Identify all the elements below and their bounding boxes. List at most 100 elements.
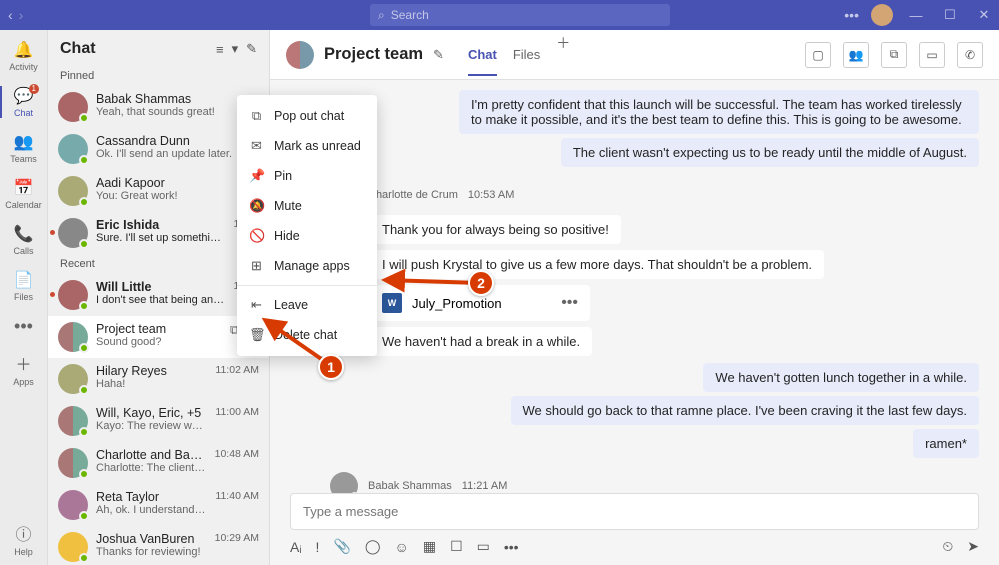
settings-more-icon[interactable]: ••• [844,7,859,23]
schedule-send-icon[interactable]: ⏲ [942,538,953,555]
meet-icon[interactable]: ▭ [477,538,490,555]
chat-list-item[interactable]: Babak ShammasYeah, that sounds great! [48,86,269,128]
chat-list-item[interactable]: Charlotte and BabakCharlotte: The client… [48,442,269,484]
tab-chat[interactable]: Chat [468,33,497,76]
close-icon[interactable]: ✕ [973,7,995,23]
rail-more-icon[interactable]: ••• [14,316,33,337]
nav-back-icon[interactable]: ‹ [8,7,13,23]
calendar-icon: 📅 [14,178,34,198]
chat-list-item[interactable]: Reta TaylorAh, ok. I understand now. 11:4… [48,484,269,526]
search-box[interactable]: ⌕ Search [370,4,670,26]
chat-list-item[interactable]: Joshua VanBurenThanks for reviewing!10:2… [48,526,269,565]
context-menu-item[interactable]: 🔕Mute [237,191,377,221]
chat-time: 10:48 AM [215,448,259,460]
audio-call-icon[interactable]: ✆ [957,42,983,68]
context-menu-item[interactable]: ✉Mark as unread [237,131,377,161]
chat-list-item[interactable]: Cassandra DunnOk. I'll send an update la… [48,128,269,170]
chat-preview: Ah, ok. I understand now. [96,504,207,516]
title-bar: ‹ › ⌕ Search ••• — ☐ ✕ [0,0,999,30]
maximize-icon[interactable]: ☐ [939,7,961,23]
add-tab-icon[interactable]: ＋ [556,33,570,76]
rail-calendar[interactable]: 📅 Calendar [0,178,47,210]
filter-icon[interactable]: ≡ [216,42,224,57]
unread-badge: 1 [29,84,39,94]
menu-item-icon: 📌 [249,168,264,184]
chat-name: Hilary Reyes [96,364,207,378]
chat-name: Reta Taylor [96,490,207,504]
rail-calls[interactable]: 📞 Calls [0,224,47,256]
context-menu-item[interactable]: 🚫 Hide [237,221,377,251]
chat-list-item[interactable]: Hilary ReyesHaha! 11:02 AM [48,358,269,400]
profile-avatar[interactable] [871,4,893,26]
chat-name: Cassandra Dunn [96,134,259,148]
video-call-icon[interactable]: ▭ [919,42,945,68]
file-more-icon[interactable]: ••• [561,294,578,312]
chat-preview: I don't see that being an issue. Can you… [96,294,226,306]
section-pinned: Pinned [48,66,269,86]
section-recent: Recent [48,254,269,274]
menu-item-label: Hide [274,229,300,243]
chat-time: 11:02 AM [215,364,259,376]
loop-icon[interactable]: ◯ [365,538,381,555]
avatar [58,406,88,436]
message-bubble: Thank you for always being so positive! [370,215,621,244]
help-icon: ⓘ [15,521,31,545]
popout-icon[interactable]: ⧉ [881,42,907,68]
sender-name: Babak Shammas [368,480,452,492]
rail-chat[interactable]: 1 💬 Chat [0,86,47,118]
chat-list-item[interactable]: Will, Kayo, Eric, +5Kayo: The review wen… [48,400,269,442]
edit-name-icon[interactable]: ✎ [433,47,444,63]
send-icon[interactable]: ➤ [967,538,979,555]
emoji-icon[interactable]: ☺ [395,539,409,555]
message-time: 10:53 AM [468,189,514,201]
format-icon[interactable]: Aᵢ [290,539,302,555]
message-input[interactable]: Type a message [290,493,979,530]
rail-activity[interactable]: 🔔 Activity [0,40,47,72]
more-compose-icon[interactable]: ••• [504,539,519,555]
menu-item-label: Manage apps [274,259,350,273]
annotation-badge-1: 1 [318,354,344,380]
chat-list-item[interactable]: Project teamSound good?⧉••• [48,316,269,358]
message-bubble: ramen* [913,429,979,458]
avatar [58,322,88,352]
files-icon: 📄 [14,270,34,290]
rail-apps[interactable]: ＋ Apps [0,351,47,387]
chat-preview: Thanks for reviewing! [96,546,207,558]
nav-fwd-icon[interactable]: › [19,7,24,23]
new-chat-icon[interactable]: ✎ [246,41,257,57]
add-people-icon[interactable]: 👥 [843,42,869,68]
chat-list-item[interactable]: Eric IshidaSure. I'll set up something f… [48,212,269,254]
avatar [58,134,88,164]
minimize-icon[interactable]: — [905,8,927,23]
context-menu-item[interactable]: ⧉Pop out chat [237,101,377,131]
share-screen-icon[interactable]: ▢ [805,42,831,68]
message-bubble: I'm pretty confident that this launch wi… [459,90,979,134]
chat-preview: Haha! [96,378,207,390]
rail-files[interactable]: 📄 Files [0,270,47,302]
rail-help[interactable]: ⓘ Help [14,521,33,557]
chat-preview: Sound good? [96,336,222,348]
context-menu-item[interactable]: 📌 Pin [237,161,377,191]
sticker-icon[interactable]: ☐ [450,538,463,555]
menu-item-label: Pin [274,169,292,183]
context-menu-item[interactable]: ⊞Manage apps [237,251,377,281]
chat-list-item[interactable]: Aadi KapoorYou: Great work! [48,170,269,212]
avatar [58,490,88,520]
chat-name: Eric Ishida [96,218,226,232]
chat-time: 11:40 AM [215,490,259,502]
chat-list-item[interactable]: Will LittleI don't see that being an iss… [48,274,269,316]
tab-files[interactable]: Files [513,33,540,76]
menu-item-label: Pop out chat [274,109,344,123]
rail-teams[interactable]: 👥 Teams [0,132,47,164]
search-icon: ⌕ [378,8,385,23]
avatar [58,280,88,310]
gif-icon[interactable]: ▦ [423,538,436,555]
attach-icon[interactable]: 📎 [333,538,350,555]
avatar [58,218,88,248]
app-rail: 🔔 Activity 1 💬 Chat 👥 Teams 📅 Calendar 📞… [0,30,48,565]
priority-icon[interactable]: ! [316,539,320,555]
conversation-avatar [286,41,314,69]
menu-item-icon: 🔕 [249,198,264,214]
chevron-down-icon[interactable]: ▾ [232,41,239,57]
menu-item-icon: 🚫 [249,228,264,244]
